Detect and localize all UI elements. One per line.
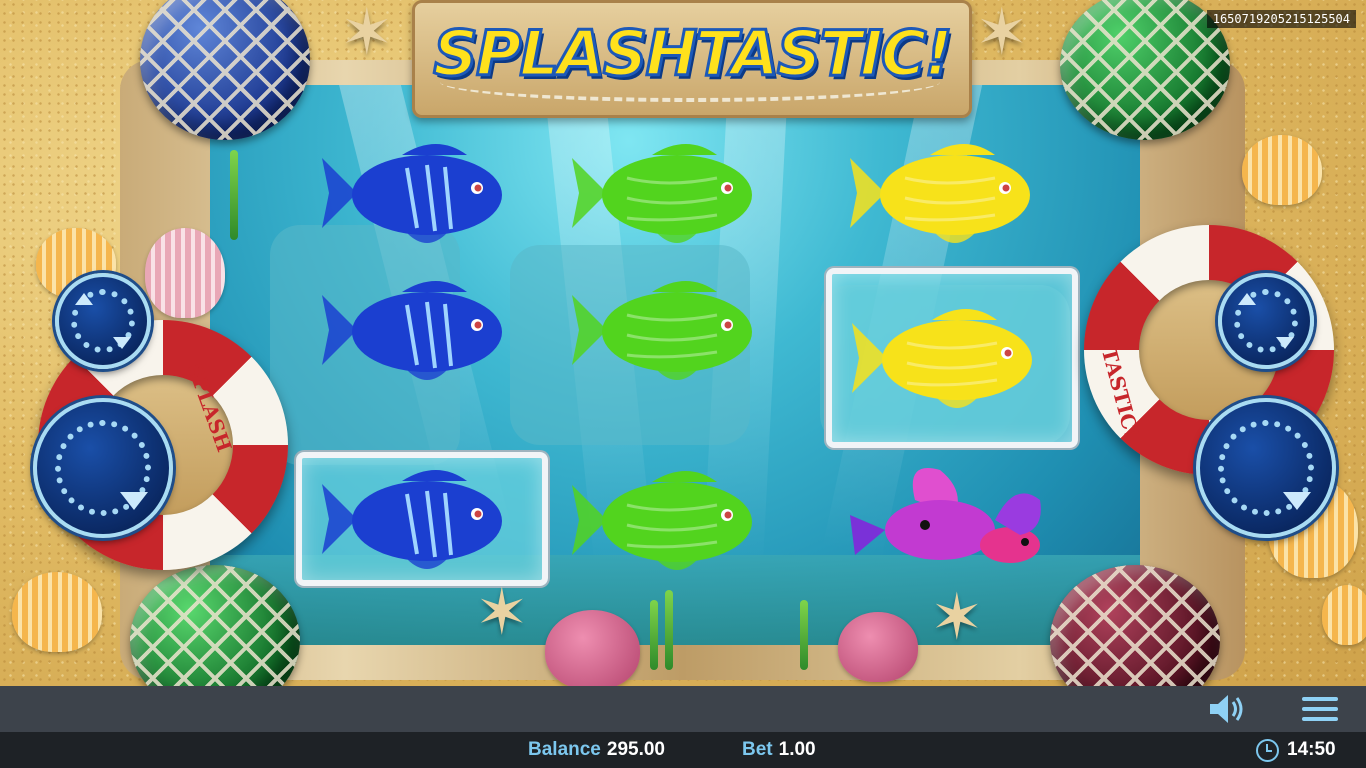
speaker-icon[interactable]: [1206, 692, 1248, 726]
spin-button-left[interactable]: [33, 398, 173, 538]
yellow-fish-icon: [852, 309, 1032, 408]
green-fish-icon: [572, 144, 752, 243]
blue-fish-icon: [322, 144, 502, 243]
green-fish-icon: [572, 281, 752, 380]
reel-symbol-blue-fish-winning: [296, 452, 548, 586]
starfish-decoration: ✶: [975, 0, 1029, 68]
arrow-up-icon: [74, 292, 93, 305]
reel-symbol-blue-fish: [302, 265, 542, 395]
round-id: 1650719205215125504: [1206, 10, 1356, 28]
pink-shell: [545, 610, 640, 686]
arrow-down-icon: [1276, 337, 1295, 350]
toolbar: [0, 686, 1366, 732]
respin-reel-button-right[interactable]: [1218, 273, 1314, 369]
pink-shell: [838, 612, 918, 682]
arrow-down-icon: [113, 337, 132, 350]
scallop-shell: [1242, 135, 1322, 205]
seaweed: [800, 600, 808, 670]
reel-symbol-green-fish: [552, 128, 792, 258]
respin-reel-button-left[interactable]: [55, 273, 151, 369]
reel-symbol-purple-fish: [830, 455, 1070, 585]
arrow-down-icon: [1282, 492, 1311, 511]
spin-button-right[interactable]: [1196, 398, 1336, 538]
blue-fish-icon: [322, 281, 502, 380]
rope-decoration: [440, 62, 940, 102]
balance-label: Balance: [528, 739, 601, 760]
seaweed: [665, 590, 673, 670]
scallop-shell: [12, 572, 102, 652]
starfish-decoration: ✶: [930, 581, 984, 653]
seaweed: [230, 150, 238, 240]
reel-symbol-blue-fish: [302, 128, 542, 258]
reel-symbol-green-fish: [552, 265, 792, 395]
starfish-decoration: ✶: [340, 0, 394, 68]
bet-label: Bet: [742, 739, 773, 760]
game-scene: SPLASHTASTIC! ✶ ✶ ✶ ✶ SPLASH TASTIC! 165…: [0, 0, 1366, 686]
scallop-shell: [1322, 585, 1366, 645]
reel-symbol-green-fish: [552, 455, 792, 585]
reel-symbol-yellow-fish: [830, 128, 1070, 258]
yellow-fish-icon: [850, 144, 1030, 243]
clock-time: 14:50: [1287, 739, 1336, 760]
arrow-down-icon: [119, 492, 148, 511]
pink-shell: [145, 228, 225, 318]
reel-symbol-yellow-fish-winning: [826, 268, 1078, 448]
balance-value: 295.00: [606, 739, 665, 760]
clock-icon: [1256, 739, 1279, 762]
hamburger-menu-icon[interactable]: [1300, 694, 1340, 724]
arrow-up-icon: [1237, 292, 1256, 305]
green-fish-icon: [572, 471, 752, 570]
purple-fish-icon: [850, 468, 1041, 563]
blue-fish-icon: [322, 470, 502, 569]
status-bar: Balance 295.00 Bet 1.00 14:50: [0, 732, 1366, 768]
starfish-decoration: ✶: [475, 576, 529, 648]
balance-display: Balance 295.00: [528, 739, 665, 761]
seaweed: [650, 600, 658, 670]
bet-value: 1.00: [778, 739, 816, 760]
bet-display: Bet 1.00: [742, 739, 816, 761]
